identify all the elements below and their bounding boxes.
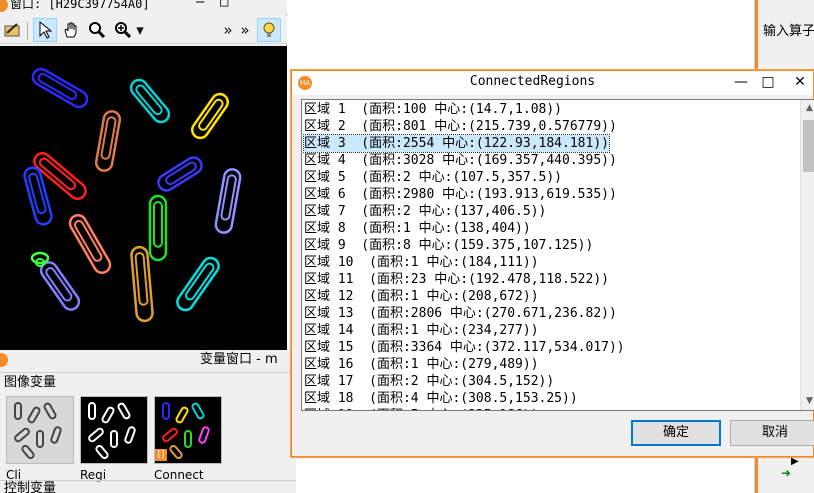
- halcon-logo-icon: [0, 353, 8, 367]
- region-row[interactable]: 区域 18 (面积:4 中心:(308.5,153.25)): [304, 390, 578, 407]
- region-row[interactable]: 区域 12 (面积:1 中心:(208,672)): [304, 288, 539, 305]
- graphics-window: 窗口: [H29C397754A0] — □ ▾ » »: [0, 0, 287, 350]
- region-row[interactable]: 区域 3 (面积:2554 中心:(122.93,184.181)): [303, 134, 610, 153]
- region-row[interactable]: 区域 9 (面积:8 中心:(159.375,107.125)): [304, 237, 593, 254]
- zoom-dropdown[interactable]: ▾: [133, 18, 147, 42]
- pointer-icon[interactable]: [33, 18, 57, 42]
- thumbnail-regions[interactable]: [80, 396, 148, 464]
- scrollbar-thumb[interactable]: [803, 120, 814, 172]
- graphics-window-title: 窗口: [H29C397754A0]: [10, 0, 150, 11]
- paperclip-region: [39, 261, 81, 311]
- image-canvas[interactable]: [0, 46, 287, 350]
- paperclip-region: [190, 92, 230, 140]
- close-button[interactable]: ✕: [784, 71, 814, 93]
- variable-window: 变量窗口 - m 图像变量 [] Cli Regi Connect 控制变量: [0, 350, 296, 493]
- paperclip-region: [68, 213, 112, 275]
- paperclip-region: [176, 256, 220, 312]
- region-row[interactable]: 区域 8 (面积:1 中心:(138,404)): [304, 220, 531, 237]
- region-row[interactable]: 区域 1 (面积:100 中心:(14.7,1.08)): [304, 101, 562, 118]
- region-row[interactable]: 区域 13 (面积:2806 中心:(270.671,236.82)): [304, 305, 617, 322]
- paperclip-region: [148, 194, 168, 262]
- paperclip-region: [94, 110, 122, 172]
- thumbnail-clip[interactable]: [6, 396, 74, 464]
- region-row[interactable]: 区域 16 (面积:1 中心:(279,489)): [304, 356, 539, 373]
- region-row[interactable]: 区域 11 (面积:23 中心:(192.478,118.522)): [304, 271, 609, 288]
- maximize-button[interactable]: □: [752, 71, 784, 93]
- toolbar-overflow-left[interactable]: »: [220, 18, 236, 42]
- region-list[interactable]: ▲ ▼ 区域 1 (面积:100 中心:(14.7,1.08)) 区域 2 (面积…: [301, 99, 814, 411]
- operator-input-label: 输入算子: [763, 24, 814, 39]
- region-row[interactable]: 区域 14 (面积:1 中心:(234,277)): [304, 322, 539, 339]
- connected-regions-dialog: HA ConnectedRegions — □ ✕ ▲ ▼ 区域 1 (面积:1…: [291, 70, 814, 457]
- region-row[interactable]: 区域 10 (面积:1 中心:(184,111)): [304, 254, 539, 271]
- paperclip-region: [23, 166, 53, 226]
- control-variables-header: 控制变量: [0, 480, 296, 493]
- list-scrollbar[interactable]: ▲ ▼: [800, 100, 814, 410]
- graphics-toolbar: ▾ » »: [0, 16, 287, 44]
- paperclip-region: [157, 156, 203, 192]
- open-icon[interactable]: [0, 18, 24, 42]
- region-row[interactable]: 区域 19 (面积:5 中心:(325,186)): [304, 407, 539, 410]
- variable-window-title: 变量窗口 - m: [200, 352, 278, 367]
- dialog-titlebar[interactable]: HA ConnectedRegions — □ ✕: [292, 71, 813, 95]
- paperclip-region: [130, 245, 154, 323]
- scroll-up-icon[interactable]: ▲: [801, 100, 814, 117]
- region-row[interactable]: 区域 17 (面积:2 中心:(304.5,152)): [304, 373, 554, 390]
- connected-regions-image: [23, 67, 242, 323]
- selected-badge: []: [155, 449, 167, 461]
- graphics-window-titlebar[interactable]: 窗口: [H29C397754A0] — □: [0, 0, 287, 14]
- zoom-in-icon[interactable]: [111, 18, 135, 42]
- hand-icon[interactable]: [59, 18, 83, 42]
- toolbar-separator: [27, 22, 28, 40]
- halcon-logo-icon: [0, 0, 8, 12]
- region-row[interactable]: 区域 7 (面积:2 中心:(137,406.5)): [304, 203, 546, 220]
- run-icon[interactable]: ▶: [791, 456, 799, 467]
- paperclip-region: [214, 168, 242, 234]
- ok-button[interactable]: 确定: [631, 420, 721, 446]
- region-row[interactable]: 区域 5 (面积:2 中心:(107.5,357.5)): [304, 169, 562, 186]
- cancel-button[interactable]: 取消: [730, 420, 814, 446]
- zoom-icon[interactable]: [85, 18, 109, 42]
- paperclip-region: [129, 78, 171, 124]
- minimize-button[interactable]: —: [196, 0, 204, 9]
- scroll-down-icon[interactable]: ▼: [801, 393, 814, 410]
- halcon-workspace: 窗口: [H29C397754A0] — □ ▾ » » 输入算子 ▶ ➜ 变量…: [0, 0, 814, 493]
- region-row[interactable]: 区域 4 (面积:3028 中心:(169.357,440.395)): [304, 152, 617, 169]
- bulb-icon[interactable]: [257, 18, 281, 42]
- next-step-icon[interactable]: ➜: [781, 466, 791, 480]
- region-row[interactable]: 区域 6 (面积:2980 中心:(193.913,619.535)): [304, 186, 617, 203]
- region-row[interactable]: 区域 2 (面积:801 中心:(215.739,0.576779)): [304, 118, 617, 135]
- region-row[interactable]: 区域 15 (面积:3364 中心:(372.117,534.017)): [304, 339, 625, 356]
- maximize-button[interactable]: □: [220, 0, 228, 9]
- image-variables-header: 图像变量: [0, 372, 296, 392]
- variable-window-titlebar[interactable]: 变量窗口 - m: [0, 350, 296, 370]
- paperclip-region: [31, 67, 89, 109]
- toolbar-overflow-right[interactable]: »: [237, 18, 253, 42]
